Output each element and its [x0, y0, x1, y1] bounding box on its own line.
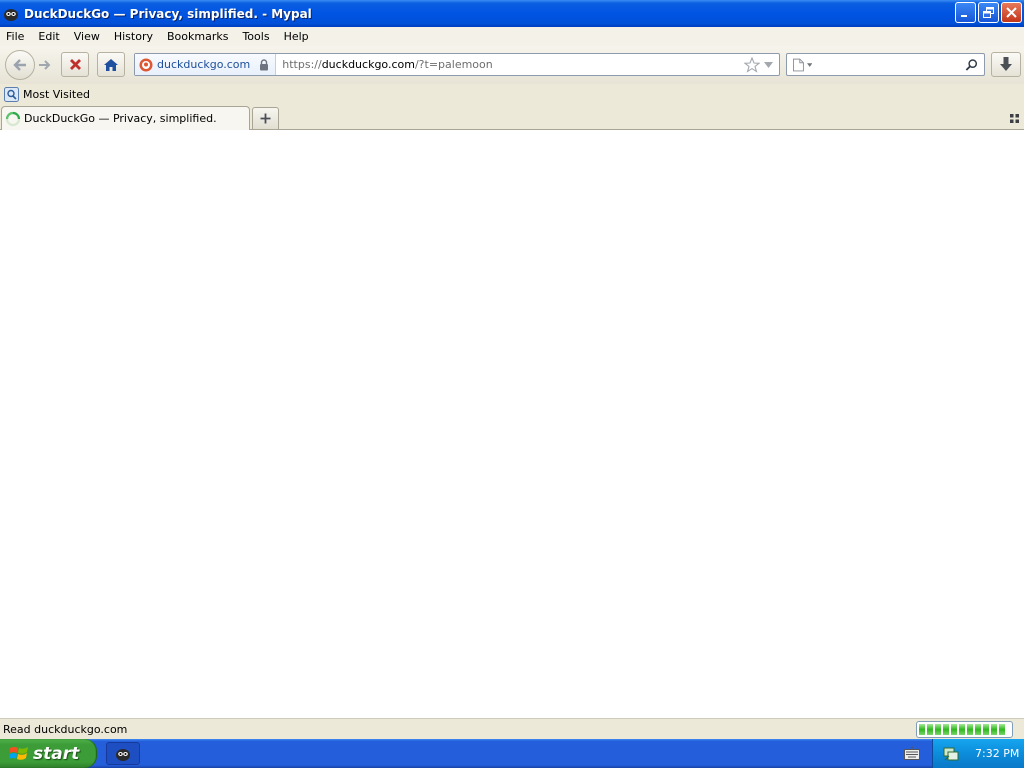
progress-segment — [967, 724, 973, 735]
windows-logo-icon — [9, 746, 28, 760]
progress-segment — [959, 724, 965, 735]
progress-segment — [999, 724, 1005, 735]
tab-label: DuckDuckGo — Privacy, simplified. — [24, 112, 217, 125]
new-tab-button[interactable] — [252, 107, 279, 129]
downloads-button[interactable] — [991, 52, 1021, 77]
progress-segment — [927, 724, 933, 735]
lock-icon — [260, 58, 269, 70]
grid-icon — [1009, 113, 1019, 123]
search-engine-dropdown-icon[interactable] — [806, 62, 813, 67]
search-engine-icon[interactable] — [793, 58, 804, 72]
download-arrow-icon — [1000, 57, 1012, 71]
stop-x-icon — [69, 59, 81, 70]
page-content-area[interactable] — [0, 130, 1024, 718]
url-text[interactable]: https://duckduckgo.com/?t=palemoon — [276, 58, 744, 71]
windows-taskbar: start 7:32 PM — [0, 739, 1024, 768]
home-icon — [104, 58, 118, 71]
tab-strip: DuckDuckGo — Privacy, simplified. — [0, 105, 1024, 130]
keyboard-icon — [904, 746, 920, 760]
window-title: DuckDuckGo — Privacy, simplified. - Mypa… — [24, 6, 312, 21]
identity-label: duckduckgo.com — [157, 58, 251, 71]
home-button[interactable] — [97, 52, 125, 77]
menu-file[interactable]: File — [0, 30, 31, 43]
mypal-taskbar-icon — [116, 748, 130, 761]
back-arrow-icon — [13, 59, 26, 71]
stop-button[interactable] — [61, 52, 89, 77]
keyboard-layout-icon[interactable] — [903, 745, 921, 761]
progress-segment — [919, 724, 925, 735]
close-button[interactable] — [1001, 2, 1022, 23]
progress-segment — [983, 724, 989, 735]
network-icon[interactable] — [943, 746, 959, 762]
url-prefix: https:// — [282, 58, 322, 71]
restore-button[interactable] — [978, 2, 999, 23]
most-visited-icon — [4, 87, 19, 102]
taskbar-mypal-button[interactable] — [106, 742, 140, 765]
menu-help[interactable]: Help — [277, 30, 316, 43]
duckduckgo-favicon-icon — [139, 58, 153, 71]
start-label: start — [33, 743, 80, 764]
url-history-dropdown-icon[interactable] — [764, 61, 773, 68]
menu-bookmarks[interactable]: Bookmarks — [160, 30, 235, 43]
url-path: /?t=palemoon — [414, 58, 493, 71]
forward-button[interactable] — [35, 56, 55, 74]
search-icon[interactable] — [965, 58, 978, 72]
loading-throbber-icon — [5, 111, 21, 126]
mypal-app-icon — [4, 8, 18, 21]
menu-bar: File Edit View History Bookmarks Tools H… — [0, 27, 1024, 46]
progress-segment — [935, 724, 941, 735]
search-input[interactable] — [816, 55, 966, 74]
start-button[interactable]: start — [0, 739, 97, 768]
window-titlebar[interactable]: DuckDuckGo — Privacy, simplified. - Mypa… — [0, 0, 1024, 27]
progress-segment — [991, 724, 997, 735]
forward-arrow-icon — [39, 60, 51, 70]
search-bar[interactable] — [786, 53, 985, 76]
minimize-icon — [961, 15, 967, 17]
minimize-button[interactable] — [955, 2, 976, 23]
menu-history[interactable]: History — [107, 30, 160, 43]
tab-duckduckgo[interactable]: DuckDuckGo — Privacy, simplified. — [1, 106, 250, 130]
plus-icon — [260, 113, 271, 124]
url-host: duckduckgo.com — [321, 58, 415, 71]
back-button[interactable] — [5, 50, 35, 80]
list-all-tabs-button[interactable] — [1007, 111, 1021, 125]
bookmark-label: Most Visited — [23, 88, 90, 101]
status-bar: Read duckduckgo.com — [0, 718, 1024, 739]
close-icon — [1006, 7, 1017, 18]
bookmarks-toolbar: Most Visited — [0, 84, 1024, 105]
bookmark-most-visited[interactable]: Most Visited — [4, 87, 90, 102]
menu-tools[interactable]: Tools — [235, 30, 276, 43]
menu-view[interactable]: View — [67, 30, 107, 43]
restore-icon — [983, 7, 994, 18]
site-identity-box[interactable]: duckduckgo.com — [135, 54, 277, 75]
menu-edit[interactable]: Edit — [31, 30, 66, 43]
status-text: Read duckduckgo.com — [3, 722, 128, 736]
bookmark-star-icon[interactable] — [744, 56, 760, 73]
progress-segment — [975, 724, 981, 735]
clock[interactable]: 7:32 PM — [975, 747, 1019, 760]
navigation-toolbar: duckduckgo.com https://duckduckgo.com/?t… — [0, 46, 1024, 84]
system-tray: 7:32 PM — [932, 739, 1024, 768]
progress-segment — [943, 724, 949, 735]
url-bar[interactable]: duckduckgo.com https://duckduckgo.com/?t… — [134, 53, 780, 76]
progress-segment — [951, 724, 957, 735]
page-load-progress-bar — [916, 721, 1013, 738]
